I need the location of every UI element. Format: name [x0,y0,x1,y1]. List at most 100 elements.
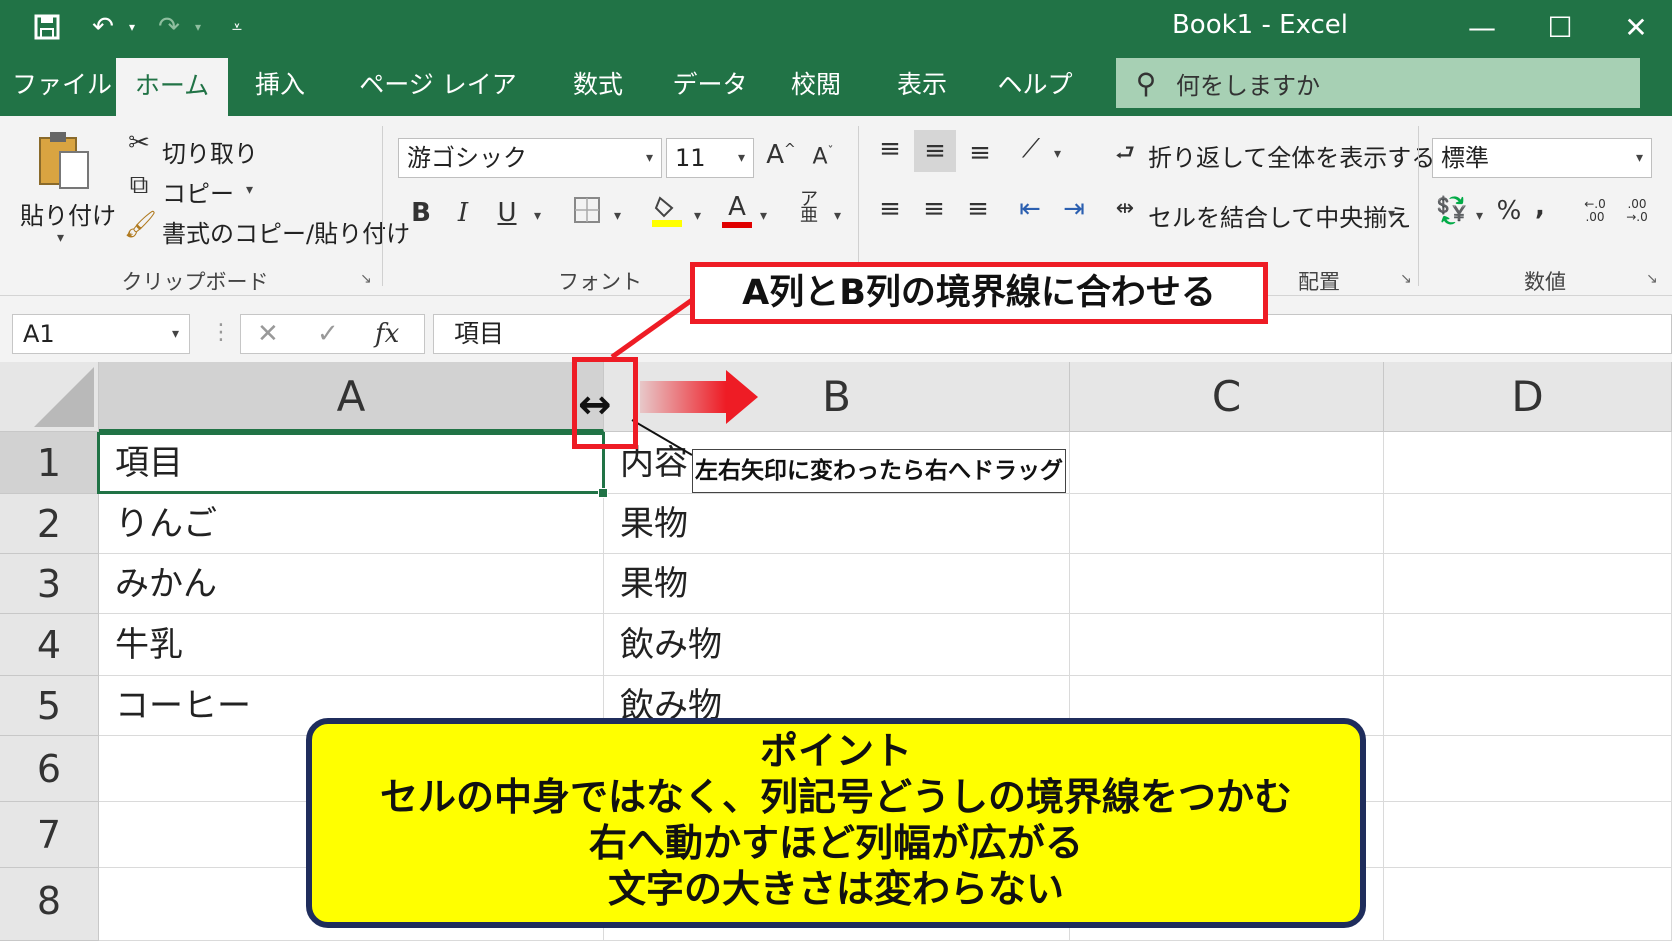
cell-b3[interactable]: 果物 [604,554,1070,614]
fill-color-dropdown-icon[interactable]: ▾ [694,208,701,224]
tab-formulas[interactable]: 数式 [556,54,640,116]
cell-d2[interactable] [1384,494,1672,554]
wrap-text-button[interactable]: 折り返して全体を表示する [1148,138,1435,173]
font-color-button[interactable]: A [720,192,754,228]
row-header-4[interactable]: 4 [0,614,99,676]
enter-icon[interactable]: ✓ [317,319,339,349]
cell-d7[interactable] [1384,802,1672,868]
cancel-icon[interactable]: ✕ [257,319,279,349]
cell-d4[interactable] [1384,614,1672,676]
name-box[interactable]: A1 ▾ [12,314,190,354]
undo-icon[interactable]: ↶ [84,8,122,46]
tab-page-layout[interactable]: ページ レイアウト [348,54,528,161]
border-dropdown-icon[interactable]: ▾ [614,208,621,224]
copy-icon[interactable]: ⧉ [124,170,154,201]
fill-handle[interactable] [598,488,608,498]
select-all-button[interactable] [0,362,99,432]
column-header-c[interactable]: C [1070,362,1384,432]
splitter-icon[interactable]: ⋮ [210,320,232,345]
font-color-dropdown-icon[interactable]: ▾ [760,208,767,224]
font-name-combo[interactable]: 游ゴシック ▾ [398,138,662,178]
phonetic-dropdown-icon[interactable]: ▾ [834,208,841,224]
tab-review[interactable]: 校閲 [780,54,852,116]
tell-me-box[interactable]: ⚲ 何をしますか [1116,58,1640,108]
increase-indent-icon[interactable]: ⇥ [1056,194,1092,224]
customize-qat-icon[interactable]: ⩡ [222,8,252,46]
decrease-decimal-button[interactable]: .00 →.0 [1620,198,1654,224]
accounting-dropdown-icon[interactable]: ▾ [1476,208,1483,224]
format-painter-button[interactable]: 書式のコピー/貼り付け [162,214,410,249]
cell-a3[interactable]: みかん [99,554,604,614]
decrease-indent-icon[interactable]: ⇤ [1012,194,1048,224]
cell-a4[interactable]: 牛乳 [99,614,604,676]
orientation-icon[interactable]: ⟋ [1014,134,1048,165]
copy-dropdown-icon[interactable]: ▾ [246,182,253,198]
fill-color-icon[interactable] [650,194,684,235]
cell-c1[interactable] [1070,432,1384,494]
redo-icon[interactable]: ↷ [150,8,188,46]
copy-button[interactable]: コピー [162,174,234,209]
cell-d5[interactable] [1384,676,1672,736]
alignment-launcher-icon[interactable]: ↘ [1400,271,1412,287]
maximize-button[interactable]: ☐ [1530,6,1590,48]
percent-button[interactable]: % [1494,196,1524,226]
row-header-6[interactable]: 6 [0,736,99,802]
align-right-icon[interactable]: ≡ [960,194,996,224]
cell-a2[interactable]: りんご [99,494,604,554]
align-bottom-icon[interactable]: ≡ [962,138,998,168]
number-launcher-icon[interactable]: ↘ [1646,271,1658,287]
save-icon[interactable] [28,8,66,46]
cell-b4[interactable]: 飲み物 [604,614,1070,676]
increase-decimal-button[interactable]: ←.0 .00 [1578,198,1612,224]
undo-dropdown-icon[interactable]: ▾ [122,8,142,46]
align-left-icon[interactable]: ≡ [872,194,908,224]
tab-insert[interactable]: 挿入 [240,54,320,116]
tab-data[interactable]: データ [664,54,756,116]
cut-icon[interactable]: ✂ [124,128,154,158]
grow-font-button[interactable]: A^ [766,140,796,170]
bold-button[interactable]: B [406,198,436,228]
orientation-dropdown-icon[interactable]: ▾ [1054,146,1061,162]
comma-button[interactable]: , [1530,192,1550,222]
row-header-3[interactable]: 3 [0,554,99,614]
paste-label[interactable]: 貼り付け [20,196,116,231]
tab-file[interactable]: ファイル [8,54,116,116]
row-header-1[interactable]: 1 [0,432,99,494]
cell-b2[interactable]: 果物 [604,494,1070,554]
paste-dropdown-icon[interactable]: ▾ [57,230,64,246]
minimize-button[interactable]: — [1452,6,1512,48]
row-header-7[interactable]: 7 [0,802,99,868]
cell-c4[interactable] [1070,614,1384,676]
column-header-d[interactable]: D [1384,362,1672,432]
wrap-text-icon[interactable]: ⮐ [1110,136,1140,174]
align-middle-icon[interactable]: ≡ [914,130,956,172]
cell-d8[interactable] [1384,868,1672,941]
column-header-a[interactable]: A [99,362,604,432]
cell-d3[interactable] [1384,554,1672,614]
close-button[interactable]: ✕ [1606,6,1666,48]
tab-home[interactable]: ホーム [116,58,228,116]
paste-icon[interactable] [36,130,92,190]
tab-view[interactable]: 表示 [880,54,964,116]
cell-c2[interactable] [1070,494,1384,554]
cut-button[interactable]: 切り取り [162,134,258,169]
cell-a1[interactable]: 項目 [99,432,604,494]
cell-c3[interactable] [1070,554,1384,614]
italic-button[interactable]: I [448,198,478,228]
insert-function-icon[interactable]: fx [375,319,399,349]
redo-dropdown-icon[interactable]: ▾ [188,8,208,46]
row-header-5[interactable]: 5 [0,676,99,736]
align-center-icon[interactable]: ≡ [916,194,952,224]
border-icon[interactable] [570,196,604,231]
row-header-2[interactable]: 2 [0,494,99,554]
underline-button[interactable]: U [492,198,522,228]
merge-center-button[interactable]: セルを結合して中央揃え [1148,198,1411,233]
format-painter-icon[interactable]: 🖌 [124,210,157,240]
accounting-format-icon[interactable]: 💱 [1434,196,1470,226]
tab-help[interactable]: ヘルプ [992,54,1078,116]
number-format-combo[interactable]: 標準 ▾ [1432,138,1652,178]
underline-dropdown-icon[interactable]: ▾ [534,208,541,224]
cell-d6[interactable] [1384,736,1672,802]
align-top-icon[interactable]: ≡ [872,134,908,164]
phonetic-guide-icon[interactable]: ア亜 [794,191,824,225]
